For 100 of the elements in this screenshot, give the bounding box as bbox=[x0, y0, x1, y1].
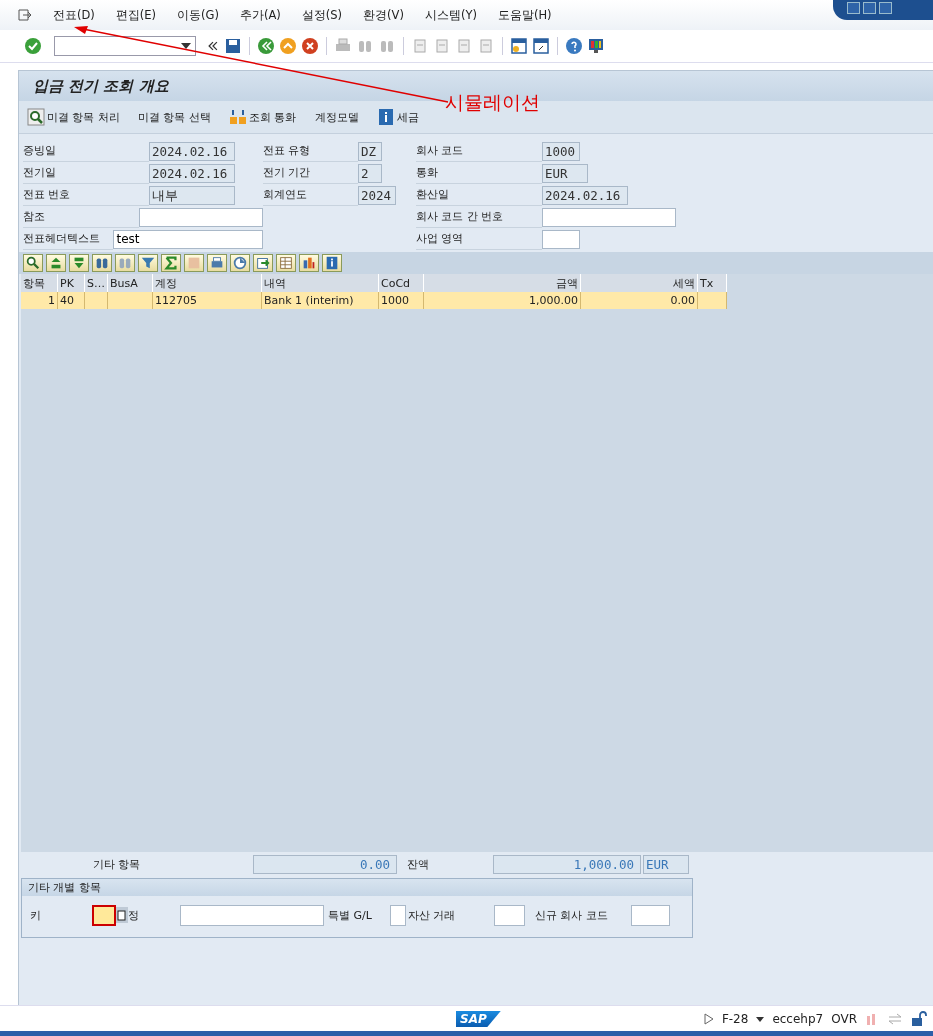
display-field[interactable]: 2024 bbox=[358, 185, 396, 205]
menu-item[interactable]: 환경(V) bbox=[363, 7, 404, 23]
column-header[interactable]: 내역 bbox=[261, 274, 379, 292]
input-field[interactable] bbox=[139, 207, 263, 227]
sum-button[interactable] bbox=[161, 254, 181, 272]
menu-icon[interactable] bbox=[18, 9, 32, 21]
cancel-icon[interactable] bbox=[301, 37, 319, 55]
column-header[interactable]: 금액 bbox=[423, 274, 581, 292]
column-header[interactable]: 계정 bbox=[152, 274, 262, 292]
help-icon[interactable] bbox=[565, 37, 583, 55]
display-field: 0.00 bbox=[253, 854, 397, 874]
binoculars-plus-button[interactable] bbox=[115, 254, 135, 272]
toolbar-button[interactable]: 세금 bbox=[374, 108, 421, 126]
save-icon[interactable] bbox=[224, 37, 242, 55]
display-field[interactable]: 1000 bbox=[542, 141, 580, 161]
field-label: 기타 항목 bbox=[93, 856, 142, 872]
column-header[interactable]: Tx bbox=[697, 274, 727, 292]
input-field[interactable] bbox=[542, 229, 580, 249]
display-field[interactable]: 2024.02.16 bbox=[542, 185, 628, 205]
field-label: 잔액 bbox=[407, 856, 430, 872]
display-field: EUR bbox=[643, 854, 689, 874]
toolbar-button[interactable]: 계정모델 bbox=[312, 109, 361, 125]
info-button[interactable] bbox=[322, 254, 342, 272]
menu-item[interactable]: 전표(D) bbox=[53, 7, 95, 23]
menu-item[interactable]: 추가(A) bbox=[240, 7, 281, 23]
display-field[interactable]: 2024.02.16 bbox=[149, 141, 235, 161]
input-field[interactable] bbox=[180, 904, 324, 926]
display-field[interactable]: 2024.02.16 bbox=[149, 163, 235, 183]
info-icon[interactable] bbox=[376, 108, 395, 126]
toolbar-button[interactable]: 조회 통화 bbox=[227, 108, 299, 126]
magnifier-button[interactable] bbox=[23, 254, 43, 272]
column-header[interactable]: 항목 bbox=[21, 274, 58, 292]
toolbar-button[interactable]: 미결 항목 처리 bbox=[25, 108, 122, 126]
display-field[interactable]: DZ bbox=[358, 141, 382, 161]
column-header[interactable]: BusA bbox=[107, 274, 153, 292]
bar-chart-button[interactable] bbox=[299, 254, 319, 272]
field-label: 신규 회사 코드 bbox=[535, 907, 609, 923]
subtotal-button[interactable] bbox=[184, 254, 204, 272]
menu-item[interactable]: 시스템(Y) bbox=[424, 7, 477, 23]
column-header[interactable]: CoCd bbox=[378, 274, 424, 292]
monitor-icon[interactable] bbox=[587, 37, 605, 55]
table-cell: 1,000.00 bbox=[423, 292, 581, 309]
value-help-icon[interactable] bbox=[116, 907, 128, 923]
filter-button[interactable] bbox=[138, 254, 158, 272]
display-field: 1,000.00 bbox=[493, 854, 641, 874]
table-cell bbox=[697, 292, 727, 309]
sort-down-button[interactable] bbox=[69, 254, 89, 272]
export-button[interactable] bbox=[253, 254, 273, 272]
dropdown-icon[interactable] bbox=[181, 43, 191, 49]
input-field[interactable] bbox=[542, 207, 676, 227]
printer-button[interactable] bbox=[207, 254, 227, 272]
menu-item[interactable]: 편집(E) bbox=[115, 7, 157, 23]
input-field[interactable] bbox=[631, 904, 670, 926]
column-header[interactable]: S… bbox=[84, 274, 108, 292]
display-field[interactable]: 2 bbox=[358, 163, 382, 183]
command-field[interactable] bbox=[54, 36, 196, 56]
minimize-button[interactable] bbox=[847, 2, 860, 14]
padlock-icon[interactable] bbox=[911, 1011, 927, 1027]
blocks-icon[interactable] bbox=[229, 108, 247, 126]
magnifier-icon[interactable] bbox=[27, 108, 45, 126]
views-button[interactable] bbox=[230, 254, 250, 272]
arrows-icon bbox=[887, 1012, 903, 1026]
views-icon bbox=[231, 255, 249, 271]
column-header[interactable]: PK bbox=[57, 274, 85, 292]
maximize-button[interactable] bbox=[863, 2, 876, 14]
table-cell: 40 bbox=[57, 292, 85, 309]
dropdown-icon[interactable] bbox=[756, 1016, 765, 1022]
play-icon[interactable] bbox=[703, 1013, 714, 1025]
column-header[interactable]: 세액 bbox=[580, 274, 698, 292]
system-name: eccehp7 bbox=[772, 1012, 824, 1026]
toolbar-button[interactable]: 미결 항목 선택 bbox=[136, 109, 213, 125]
input-field[interactable] bbox=[390, 904, 406, 926]
sort-up-button[interactable] bbox=[46, 254, 66, 272]
layout-button[interactable] bbox=[276, 254, 296, 272]
field-label: 특별 G/L bbox=[328, 907, 373, 923]
new-session-icon[interactable] bbox=[510, 37, 528, 55]
field-label: 정 bbox=[128, 907, 140, 923]
table-cell: 1 bbox=[21, 292, 58, 309]
table-cell: Bank 1 (interim) bbox=[261, 292, 379, 309]
menu-item[interactable]: 이동(G) bbox=[177, 7, 219, 23]
input-field[interactable] bbox=[92, 904, 116, 926]
sum-icon bbox=[162, 255, 180, 271]
table-cell: 1000 bbox=[378, 292, 424, 309]
input-field[interactable]: test bbox=[113, 229, 263, 249]
menu-item[interactable]: 도움말(H) bbox=[497, 7, 552, 23]
back-icon[interactable] bbox=[257, 37, 275, 55]
display-field[interactable]: EUR bbox=[542, 163, 588, 183]
binoculars-button[interactable] bbox=[92, 254, 112, 272]
input-field[interactable] bbox=[494, 904, 525, 926]
shortcut-icon[interactable] bbox=[532, 37, 550, 55]
menu-item[interactable]: 설정(S) bbox=[301, 7, 343, 23]
field-label: 키 bbox=[30, 907, 42, 923]
export-icon bbox=[254, 255, 272, 271]
table-cell: 112705 bbox=[152, 292, 262, 309]
display-field[interactable]: 내부 bbox=[149, 185, 235, 205]
screen-title: 입금 전기 조회 개요 bbox=[33, 76, 169, 96]
table-cell bbox=[84, 292, 108, 309]
transaction-code: F-28 bbox=[721, 1012, 749, 1026]
close-button[interactable] bbox=[879, 2, 892, 14]
check-icon[interactable] bbox=[24, 37, 42, 55]
